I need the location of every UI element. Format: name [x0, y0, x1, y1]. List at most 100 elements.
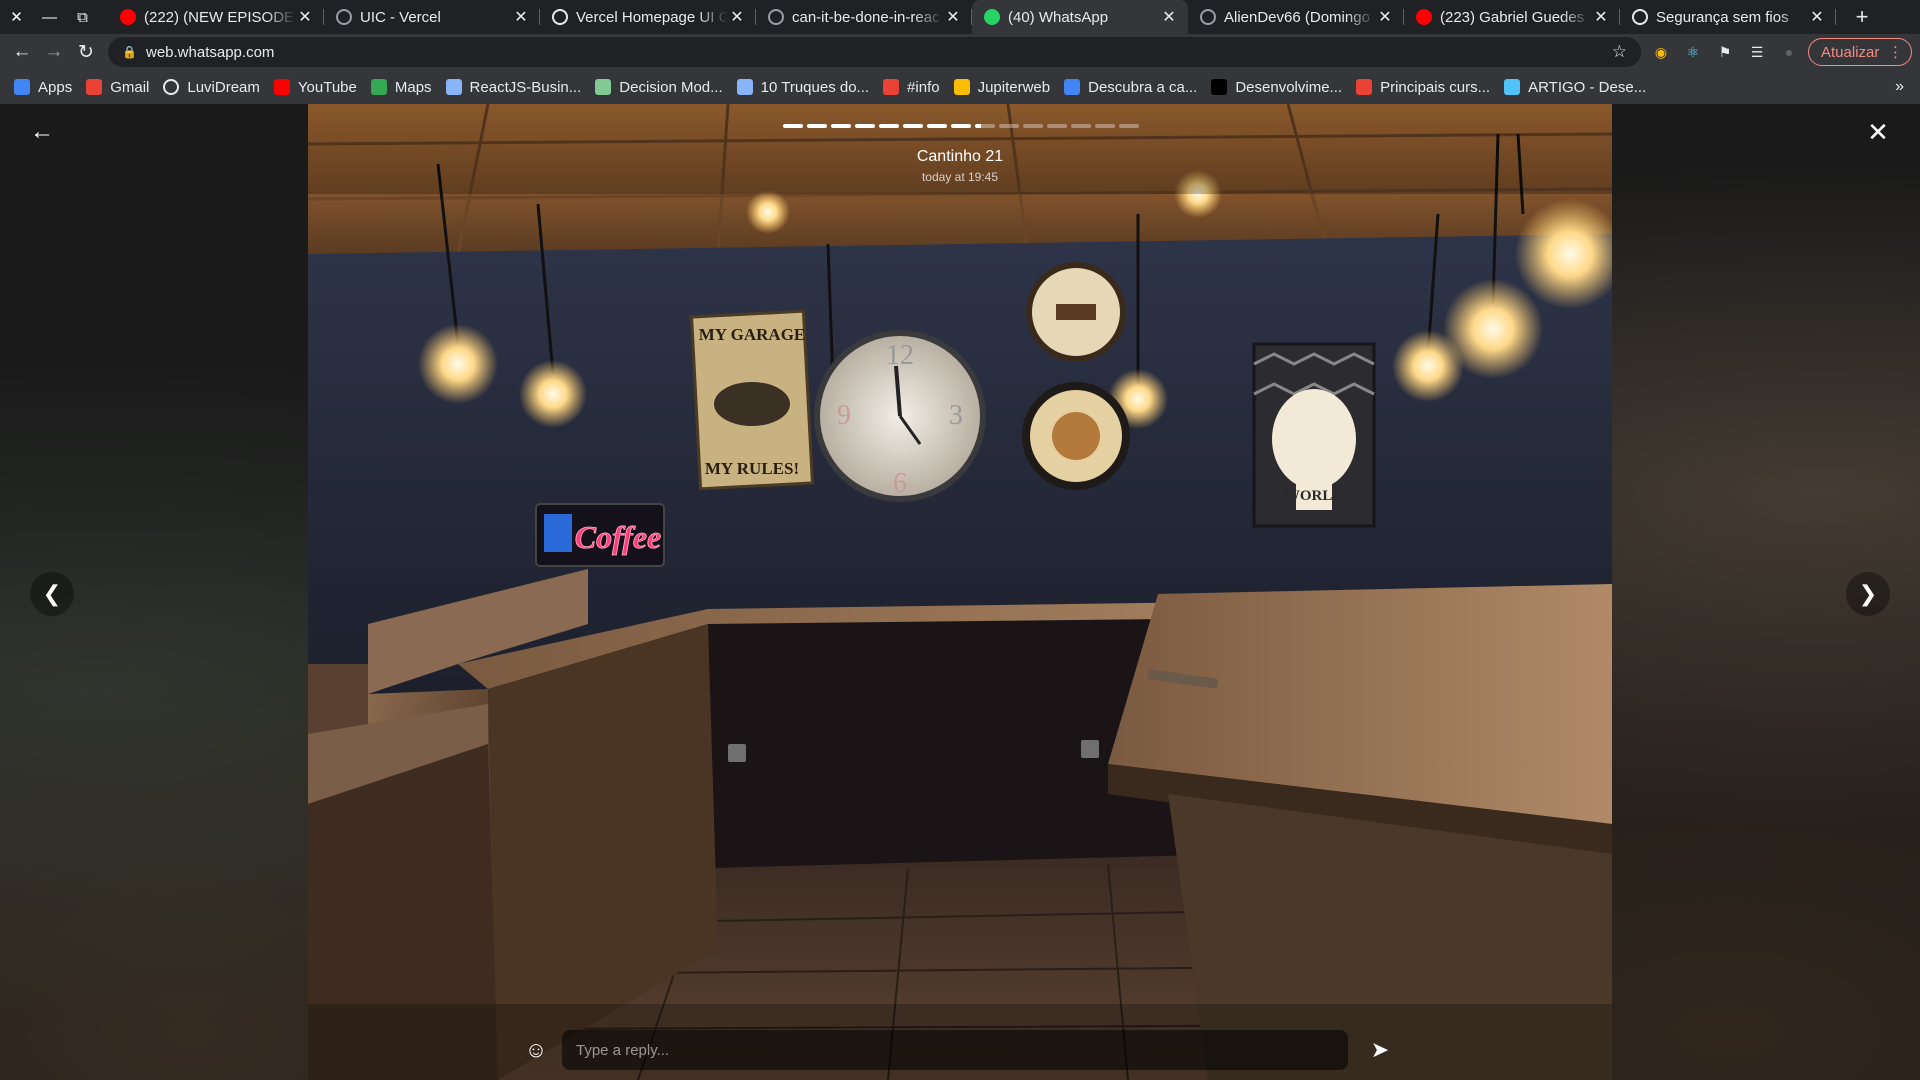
- window-close-button[interactable]: ✕: [0, 0, 33, 34]
- github-icon: [336, 9, 352, 25]
- progress-segment: [1071, 124, 1091, 128]
- bookmark-label: Descubra a ca...: [1088, 78, 1198, 96]
- status-progress-bar: [783, 124, 1139, 128]
- curso-icon: [1356, 79, 1373, 95]
- bookmark-4[interactable]: Maps: [370, 79, 432, 96]
- bookmark-2[interactable]: LuviDream: [163, 79, 260, 96]
- update-label: Atualizar: [1821, 43, 1880, 61]
- tab-close-icon[interactable]: ✕: [728, 7, 746, 27]
- forward-button[interactable]: →: [40, 38, 68, 66]
- tab-close-icon[interactable]: ✕: [512, 7, 530, 27]
- apps-grid-icon: [14, 79, 30, 95]
- tab-close-icon[interactable]: ✕: [944, 7, 962, 27]
- tab-6[interactable]: (223) Gabriel Guedes ✕: [1404, 0, 1620, 34]
- bookmark-1[interactable]: Gmail: [86, 79, 149, 96]
- bookmark-6[interactable]: Decision Mod...: [595, 79, 723, 96]
- profile-avatar[interactable]: ●: [1778, 41, 1800, 63]
- reply-input[interactable]: [562, 1030, 1348, 1070]
- bookmark-7[interactable]: 10 Truques do...: [736, 78, 870, 96]
- tab-title: (40) WhatsApp: [1008, 8, 1109, 26]
- viewer-back-button[interactable]: ←: [28, 118, 56, 146]
- menu-dots-icon[interactable]: ⋮: [1888, 43, 1903, 61]
- bookmark-label: Apps: [38, 78, 73, 96]
- bookmark-star-icon[interactable]: ☆: [1612, 42, 1627, 62]
- bookmark-3[interactable]: YouTube: [273, 78, 357, 96]
- tab-4[interactable]: (40) WhatsApp ✕: [972, 0, 1188, 34]
- tab-close-icon[interactable]: ✕: [296, 7, 314, 27]
- back-button[interactable]: ←: [8, 38, 36, 66]
- new-tab-button[interactable]: +: [1845, 0, 1879, 34]
- bookmark-9[interactable]: Jupiterweb: [953, 78, 1051, 96]
- emoji-icon[interactable]: ☺: [522, 1036, 550, 1064]
- browser-chrome: ✕ — ⧉ (222) (NEW EPISODE) ✕ UIC - Vercel ✕ V…: [0, 0, 1920, 104]
- usp-icon: [953, 79, 970, 95]
- tab-1[interactable]: UIC - Vercel ✕: [324, 0, 540, 34]
- doc-icon: [736, 79, 753, 95]
- window-restore-button[interactable]: ⧉: [66, 0, 99, 34]
- coffee-corner-photo: MY GARAGE MY RULES! 12 6 9 3 WORLD Coffe…: [308, 104, 1612, 1080]
- tab-0[interactable]: (222) (NEW EPISODE) ✕: [108, 0, 324, 34]
- bookmark-11[interactable]: Desenvolvime...: [1211, 79, 1342, 96]
- bookmark-12[interactable]: Principais curs...: [1356, 79, 1490, 96]
- bookmark-label: Desenvolvime...: [1235, 78, 1343, 96]
- address-bar[interactable]: 🔒 web.whatsapp.com ☆: [108, 37, 1641, 67]
- extensions-puzzle-icon[interactable]: ⚑: [1714, 41, 1736, 63]
- calendar-icon: [883, 79, 900, 95]
- tab-close-icon[interactable]: ✕: [1808, 7, 1826, 27]
- bookmark-label: ARTIGO - Dese...: [1528, 78, 1647, 96]
- progress-segment: [783, 124, 803, 128]
- bookmark-label: 10 Truques do...: [760, 78, 870, 96]
- bookmark-label: Gmail: [110, 78, 150, 96]
- bookmark-label: Principais curs...: [1380, 78, 1491, 96]
- bookmark-10[interactable]: Descubra a ca...: [1064, 79, 1197, 96]
- progress-segment: [1047, 124, 1067, 128]
- svg-text:6: 6: [893, 468, 907, 499]
- progress-segment: [1023, 124, 1043, 128]
- bookmark-label: YouTube: [297, 78, 357, 96]
- tab-close-icon[interactable]: ✕: [1160, 7, 1178, 27]
- tab-2[interactable]: Vercel Homepage UI C ✕: [540, 0, 756, 34]
- tab-5[interactable]: AlienDev66 (Domingo ✕: [1188, 0, 1404, 34]
- toolbar: ← → ↻ 🔒 web.whatsapp.com ☆ ◉ ⚛ ⚑ ☰ ● Atu…: [0, 34, 1920, 70]
- bookmarks-overflow-icon[interactable]: »: [1895, 78, 1904, 96]
- progress-segment: [951, 124, 971, 128]
- bookmark-8[interactable]: #info: [883, 79, 940, 96]
- send-icon[interactable]: ➤: [1362, 1032, 1398, 1068]
- progress-segment: [927, 124, 947, 128]
- media-queue-icon[interactable]: ☰: [1746, 41, 1768, 63]
- bookmark-13[interactable]: ARTIGO - Dese...: [1504, 79, 1646, 96]
- window-minimize-button[interactable]: —: [33, 0, 66, 34]
- decision-icon: [595, 79, 612, 95]
- tab-close-icon[interactable]: ✕: [1376, 7, 1394, 27]
- tab-3[interactable]: can-it-be-done-in-reac ✕: [756, 0, 972, 34]
- bookmark-label: Jupiterweb: [977, 78, 1051, 96]
- tab-7[interactable]: Segurança sem fios ✕: [1620, 0, 1836, 34]
- globe-icon: [1632, 9, 1648, 25]
- status-author-name[interactable]: Cantinho 21: [860, 148, 1060, 166]
- bookmark-5[interactable]: ReactJS-Busin...: [445, 79, 581, 96]
- bookmark-label: LuviDream: [187, 78, 260, 96]
- extension-react-icon[interactable]: ⚛: [1682, 41, 1704, 63]
- lightbulb-sign-text: WORLD: [1285, 488, 1344, 504]
- next-status-button[interactable]: ❯: [1846, 572, 1890, 616]
- youtube-icon: [273, 79, 290, 95]
- small-clock-top: [1026, 262, 1126, 362]
- tab-close-icon[interactable]: ✕: [1592, 7, 1610, 27]
- lock-icon: 🔒: [122, 45, 137, 59]
- tab-list: (222) (NEW EPISODE) ✕ UIC - Vercel ✕ Vercel …: [108, 0, 1836, 34]
- previous-status-button[interactable]: ❮: [30, 572, 74, 616]
- viewer-close-button[interactable]: ✕: [1864, 117, 1892, 147]
- tab-title: AlienDev66 (Domingo: [1224, 8, 1370, 26]
- status-viewer: MY GARAGE MY RULES! 12 6 9 3 WORLD Coffe…: [0, 104, 1920, 1080]
- bookmark-0[interactable]: Apps: [14, 79, 72, 96]
- tab-title: Segurança sem fios: [1656, 8, 1789, 26]
- extension-chrome-icon[interactable]: ◉: [1650, 41, 1672, 63]
- progress-segment: [1095, 124, 1115, 128]
- reload-button[interactable]: ↻: [72, 38, 100, 66]
- progress-segment: [903, 124, 923, 128]
- tab-title: (223) Gabriel Guedes: [1440, 8, 1585, 26]
- large-wall-clock: 12 6 9 3: [814, 330, 986, 502]
- update-button[interactable]: Atualizar ⋮: [1808, 38, 1912, 66]
- window-controls: ✕ — ⧉: [0, 0, 99, 34]
- globe-icon: [163, 79, 180, 95]
